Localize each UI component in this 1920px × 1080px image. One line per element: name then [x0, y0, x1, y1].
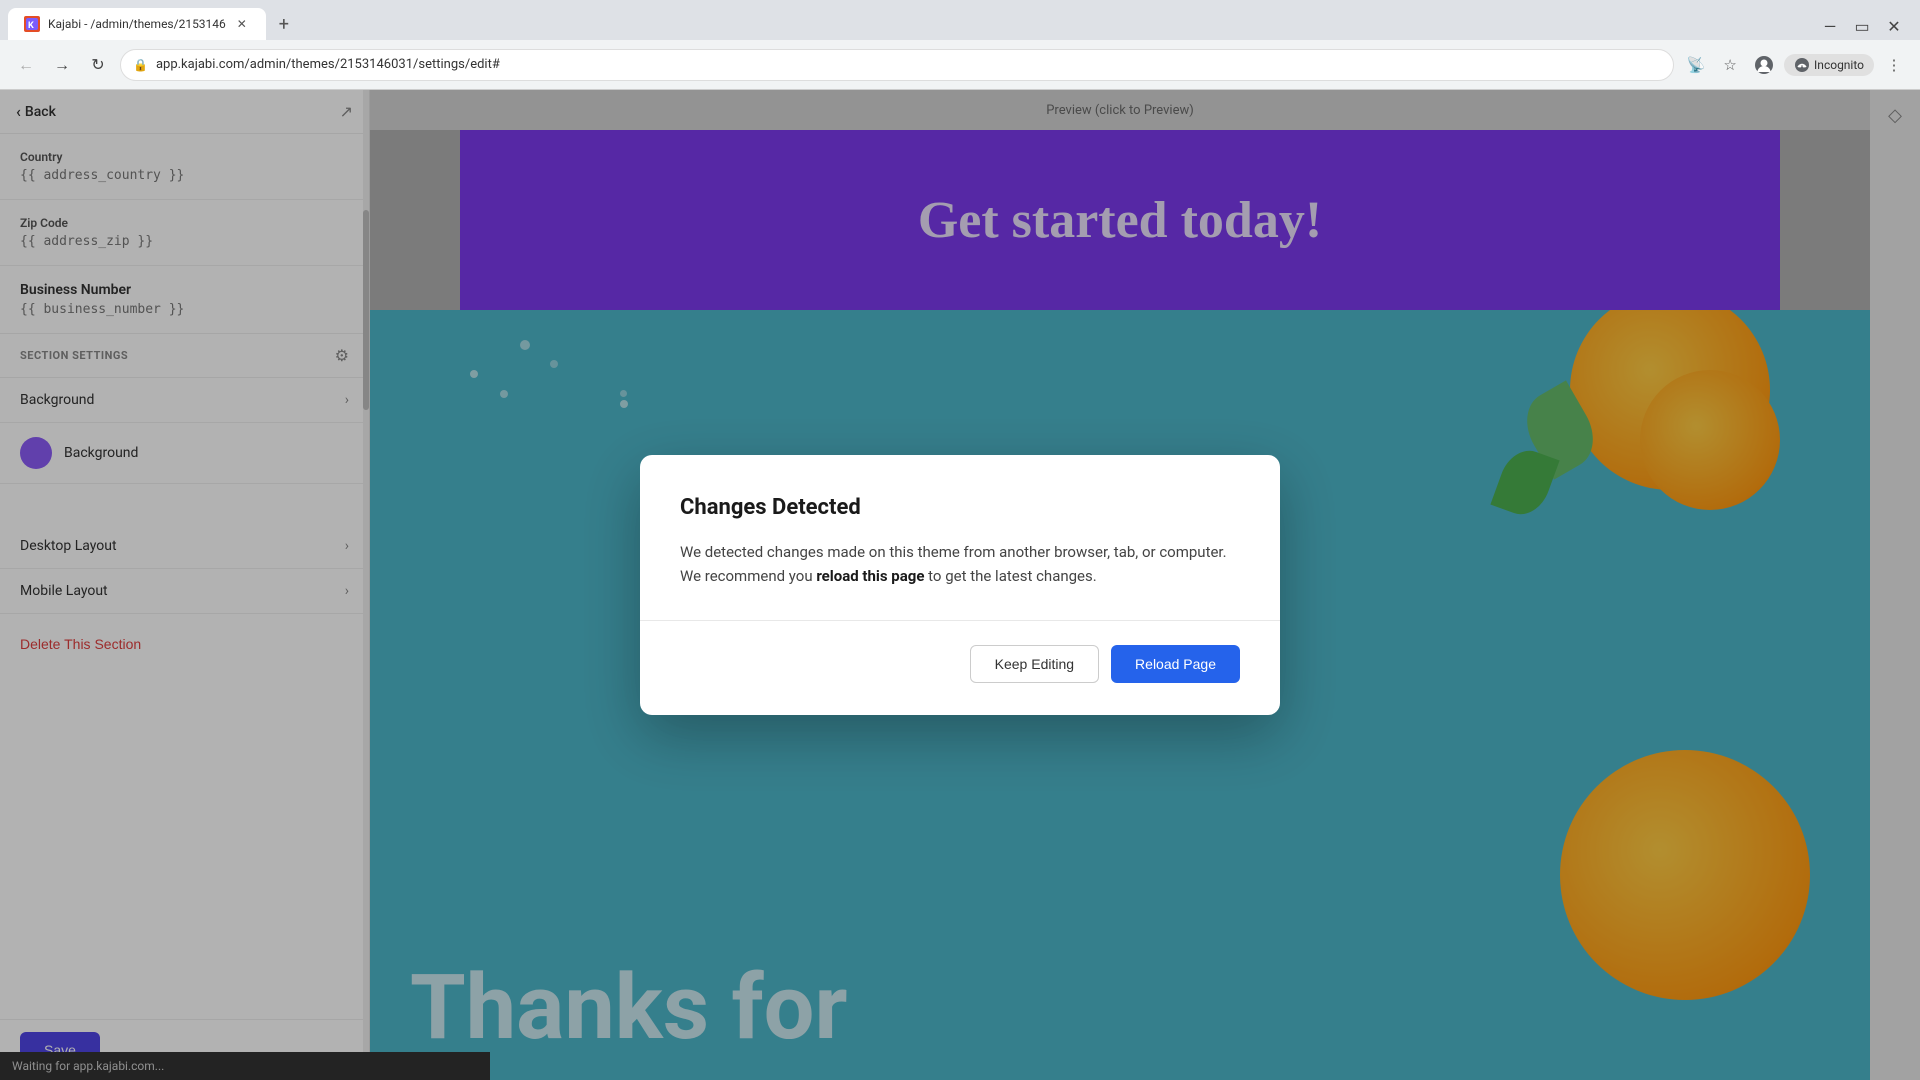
address-bar[interactable]: 🔒 app.kajabi.com/admin/themes/2153146031…	[120, 49, 1674, 81]
cast-icon[interactable]: 📡	[1682, 51, 1710, 79]
incognito-label: Incognito	[1814, 58, 1864, 72]
modal-overlay: Changes Detected We detected changes mad…	[0, 90, 1920, 1080]
profile-icon[interactable]	[1750, 51, 1778, 79]
menu-icon[interactable]: ⋮	[1880, 51, 1908, 79]
url-text: app.kajabi.com/admin/themes/2153146031/s…	[156, 57, 1661, 72]
changes-detected-modal: Changes Detected We detected changes mad…	[640, 455, 1280, 715]
tab-title: Kajabi - /admin/themes/2153146	[48, 17, 226, 31]
toolbar-icons: 📡 ☆ Incognito ⋮	[1682, 51, 1908, 79]
tab-close-button[interactable]: ✕	[234, 16, 250, 32]
incognito-badge: Incognito	[1784, 54, 1874, 76]
modal-divider	[640, 620, 1280, 621]
tab-favicon: K	[24, 16, 40, 32]
browser-chrome: K Kajabi - /admin/themes/2153146 ✕ + — ▭…	[0, 0, 1920, 90]
minimize-button[interactable]: —	[1816, 12, 1844, 40]
back-nav-button[interactable]: ←	[12, 51, 40, 79]
restore-button[interactable]: ▭	[1848, 12, 1876, 40]
close-window-button[interactable]: ✕	[1880, 12, 1908, 40]
active-tab[interactable]: K Kajabi - /admin/themes/2153146 ✕	[8, 8, 266, 40]
forward-nav-button[interactable]: →	[48, 51, 76, 79]
lock-icon: 🔒	[133, 58, 148, 72]
browser-tabs: K Kajabi - /admin/themes/2153146 ✕ + — ▭…	[0, 0, 1920, 40]
bookmark-icon[interactable]: ☆	[1716, 51, 1744, 79]
modal-body-text2: to get the latest changes.	[924, 567, 1096, 585]
reload-page-button[interactable]: Reload Page	[1111, 645, 1240, 683]
keep-editing-button[interactable]: Keep Editing	[970, 645, 1099, 683]
modal-actions: Keep Editing Reload Page	[680, 645, 1240, 683]
modal-body-bold: reload this page	[816, 567, 924, 585]
modal-title: Changes Detected	[680, 495, 1240, 520]
new-tab-button[interactable]: +	[270, 10, 298, 38]
reload-nav-button[interactable]: ↻	[84, 51, 112, 79]
svg-text:K: K	[28, 21, 34, 30]
modal-body: We detected changes made on this theme f…	[680, 540, 1240, 588]
browser-toolbar: ← → ↻ 🔒 app.kajabi.com/admin/themes/2153…	[0, 40, 1920, 90]
